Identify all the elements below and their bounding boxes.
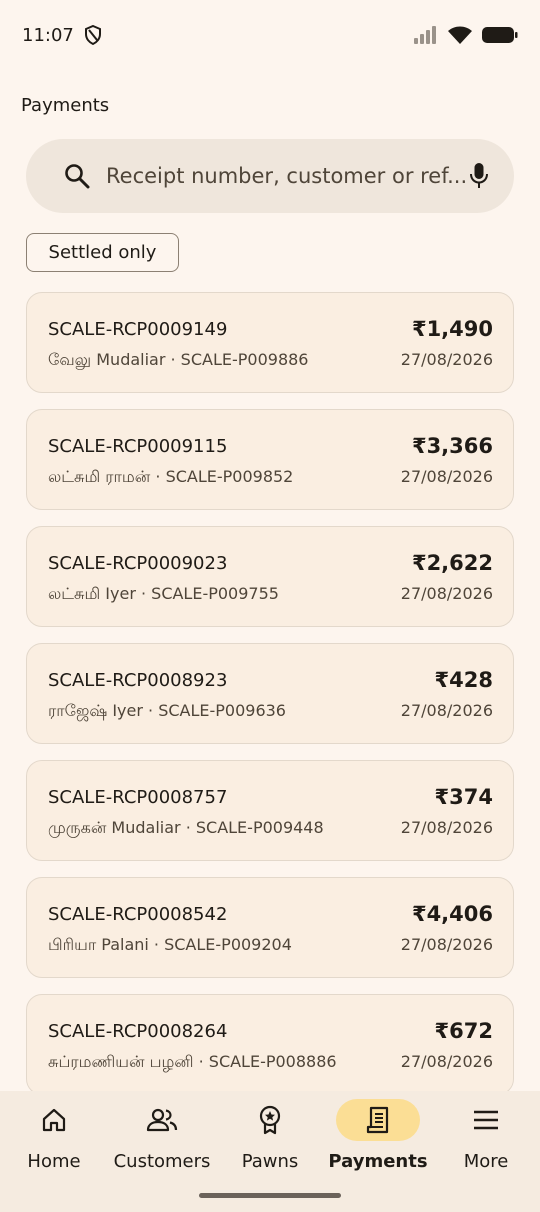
badge-icon xyxy=(259,1105,281,1135)
wifi-icon xyxy=(448,26,472,44)
nav-item-pawns[interactable]: Pawns xyxy=(216,1091,324,1191)
customer-pawn: லட்சுமி Iyer · SCALE-P009755 xyxy=(48,584,279,603)
payment-amount: ₹3,366 xyxy=(411,434,493,458)
battery-icon xyxy=(482,27,518,43)
payment-date: 27/08/2026 xyxy=(400,584,493,603)
receipt-number: SCALE-RCP0009115 xyxy=(48,436,228,457)
payment-date: 27/08/2026 xyxy=(400,1052,493,1071)
payment-amount: ₹672 xyxy=(434,1019,493,1043)
microphone-icon[interactable] xyxy=(468,162,490,190)
active-pill xyxy=(336,1099,420,1141)
payment-date: 27/08/2026 xyxy=(400,935,493,954)
payment-amount: ₹428 xyxy=(434,668,493,692)
nav-label: Pawns xyxy=(241,1151,299,1172)
signal-icon xyxy=(414,26,436,44)
receipt-number: SCALE-RCP0008757 xyxy=(48,787,228,808)
payment-date: 27/08/2026 xyxy=(400,701,493,720)
customer-pawn: வேலு Mudaliar · SCALE-P009886 xyxy=(48,350,309,369)
page-title: Payments xyxy=(21,95,110,116)
payment-card[interactable]: SCALE-RCP0008757 முருகன் Mudaliar · SCAL… xyxy=(26,760,514,861)
receipt-number: SCALE-RCP0008264 xyxy=(48,1021,228,1042)
payments-list: SCALE-RCP0009149 வேலு Mudaliar · SCALE-P… xyxy=(26,292,514,1111)
payment-amount: ₹2,622 xyxy=(411,551,493,575)
customer-pawn: ராஜேஷ் Iyer · SCALE-P009636 xyxy=(48,701,286,720)
customer-pawn: முருகன் Mudaliar · SCALE-P009448 xyxy=(48,818,324,837)
payment-date: 27/08/2026 xyxy=(400,350,493,369)
nav-item-customers[interactable]: Customers xyxy=(108,1091,216,1191)
receipt-number: SCALE-RCP0009023 xyxy=(48,553,228,574)
search-icon xyxy=(65,164,90,189)
receipt-icon xyxy=(366,1106,389,1134)
nav-label: More xyxy=(463,1151,509,1172)
shield-icon xyxy=(84,25,101,45)
nav-label: Home xyxy=(27,1151,81,1172)
customer-pawn: லட்சுமி ராமன் · SCALE-P009852 xyxy=(48,467,294,486)
payment-card[interactable]: SCALE-RCP0008264 சுப்ரமணியன் பழனி · SCAL… xyxy=(26,994,514,1095)
receipt-number: SCALE-RCP0008923 xyxy=(48,670,228,691)
payment-card[interactable]: SCALE-RCP0008542 பிரியா Palani · SCALE-P… xyxy=(26,877,514,978)
payment-amount: ₹4,406 xyxy=(411,902,493,926)
nav-label: Customers xyxy=(113,1151,211,1172)
receipt-number: SCALE-RCP0008542 xyxy=(48,904,228,925)
payment-card[interactable]: SCALE-RCP0009149 வேலு Mudaliar · SCALE-P… xyxy=(26,292,514,393)
customer-pawn: பிரியா Palani · SCALE-P009204 xyxy=(48,935,292,954)
nav-label: Payments xyxy=(328,1151,428,1172)
payment-date: 27/08/2026 xyxy=(400,467,493,486)
nav-item-payments[interactable]: Payments xyxy=(324,1091,432,1191)
payment-card[interactable]: SCALE-RCP0008923 ராஜேஷ் Iyer · SCALE-P00… xyxy=(26,643,514,744)
receipt-number: SCALE-RCP0009149 xyxy=(48,319,228,340)
payment-amount: ₹1,490 xyxy=(411,317,493,341)
menu-icon xyxy=(474,1110,498,1130)
payment-card[interactable]: SCALE-RCP0009023 லட்சுமி Iyer · SCALE-P0… xyxy=(26,526,514,627)
status-time: 11:07 xyxy=(22,24,74,46)
payment-amount: ₹374 xyxy=(434,785,493,809)
home-indicator[interactable] xyxy=(199,1193,341,1198)
search-input[interactable]: Receipt number, customer or ref... xyxy=(106,164,468,188)
home-icon xyxy=(42,1108,66,1132)
search-bar[interactable]: Receipt number, customer or ref... xyxy=(26,139,514,213)
settled-only-chip[interactable]: Settled only xyxy=(26,233,179,272)
status-bar: 11:07 xyxy=(0,0,540,70)
payment-date: 27/08/2026 xyxy=(400,818,493,837)
people-icon xyxy=(146,1108,178,1132)
payment-card[interactable]: SCALE-RCP0009115 லட்சுமி ராமன் · SCALE-P… xyxy=(26,409,514,510)
customer-pawn: சுப்ரமணியன் பழனி · SCALE-P008886 xyxy=(48,1052,337,1071)
nav-item-more[interactable]: More xyxy=(432,1091,540,1191)
nav-item-home[interactable]: Home xyxy=(0,1091,108,1191)
